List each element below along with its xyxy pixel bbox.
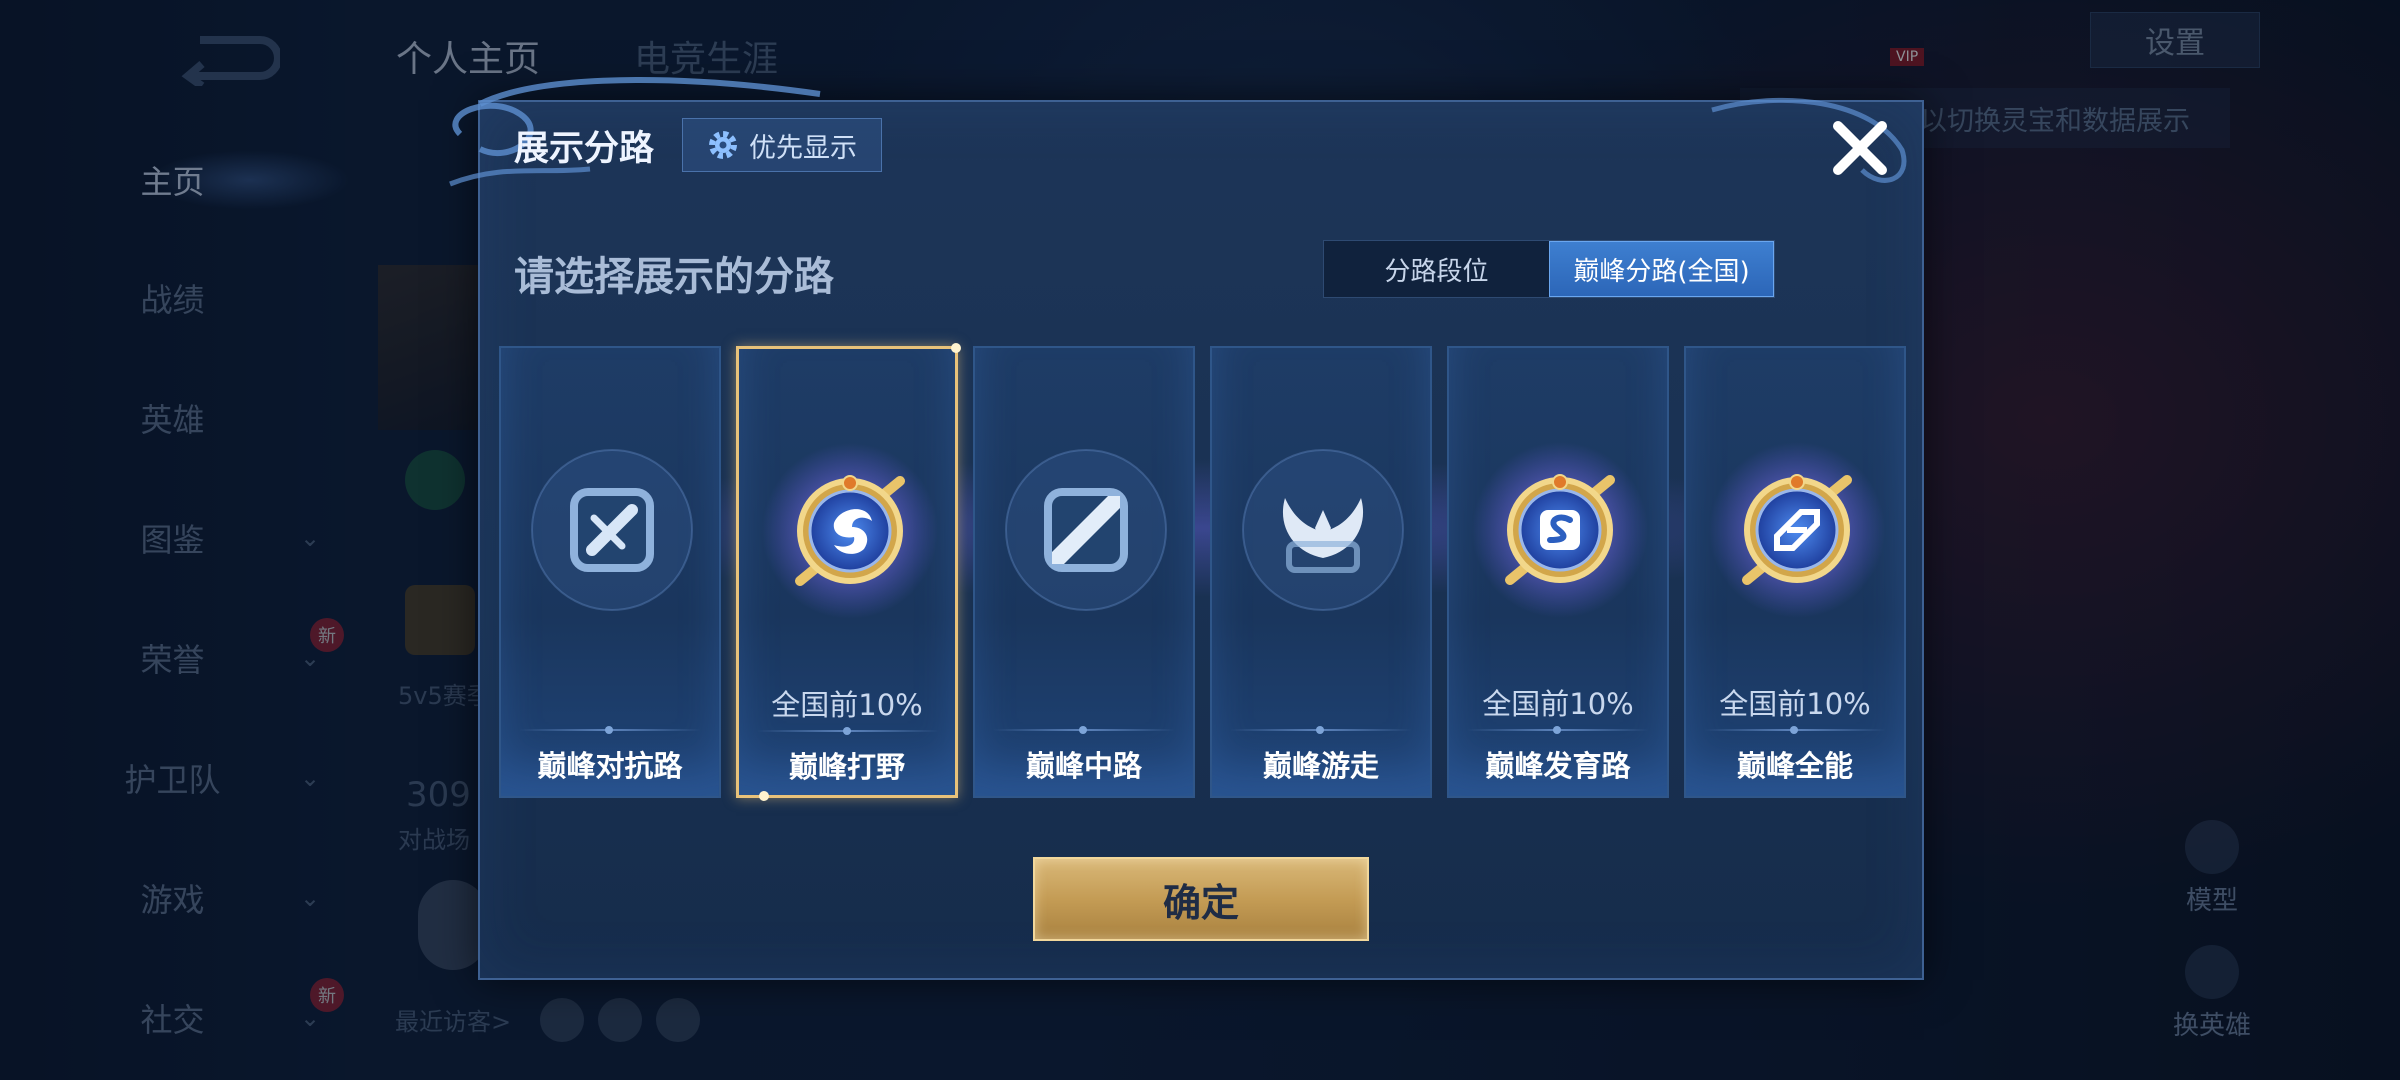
lane-display-dialog: 展示分路 优先显示 请选择展示的分路 分路段位 巅峰分路(全国) 巅峰对抗路 全国… xyxy=(449,77,1924,980)
dialog-subtitle: 请选择展示的分路 xyxy=(514,254,834,300)
divider xyxy=(757,727,939,735)
marksman-emblem-icon xyxy=(1472,442,1648,618)
lane-name: 巅峰游走 xyxy=(1262,749,1379,783)
lane-card[interactable]: 全国前10% 巅峰打野 xyxy=(736,343,961,801)
lane-name: 巅峰打野 xyxy=(788,750,905,784)
lane-card[interactable]: 巅峰对抗路 xyxy=(499,346,721,798)
divider xyxy=(1230,726,1412,734)
lane-card[interactable]: 全国前10% 巅峰全能 xyxy=(1684,346,1906,798)
lane-name: 巅峰发育路 xyxy=(1485,749,1631,783)
lane-name: 巅峰中路 xyxy=(1025,749,1142,783)
lane-card[interactable]: 全国前10% 巅峰发育路 xyxy=(1447,346,1669,798)
lane-name: 巅峰全能 xyxy=(1736,749,1853,783)
tab-peak-lane-national[interactable]: 巅峰分路(全国) xyxy=(1549,241,1774,297)
lane-type-toggle: 分路段位 巅峰分路(全国) xyxy=(1323,240,1775,298)
lane-list: 巅峰对抗路 全国前10% 巅峰打野 巅峰中路 巅峰游走 全国前10% 巅峰发育路 全国前10%… xyxy=(499,343,1907,801)
selection-corner-dot xyxy=(759,791,769,801)
divider xyxy=(1467,726,1649,734)
dragon-emblem-icon xyxy=(762,443,938,619)
lane-name: 巅峰对抗路 xyxy=(537,749,683,783)
allround-emblem-icon xyxy=(1709,442,1885,618)
divider xyxy=(519,726,701,734)
tab-lane-rank[interactable]: 分路段位 xyxy=(1324,241,1549,297)
priority-display-label: 优先显示 xyxy=(749,132,857,164)
selection-corner-dot xyxy=(951,343,961,353)
dialog-title: 展示分路 xyxy=(514,129,655,169)
wings-lane-icon xyxy=(1242,449,1404,611)
close-icon[interactable] xyxy=(1824,112,1896,184)
divider xyxy=(993,726,1175,734)
lane-rank-text: 全国前10% xyxy=(1482,687,1634,721)
priority-display-button[interactable]: 优先显示 xyxy=(682,118,882,172)
sword-lane-icon xyxy=(531,449,693,611)
mid-lane-icon xyxy=(1005,449,1167,611)
lane-card[interactable]: 巅峰游走 xyxy=(1210,346,1432,798)
divider xyxy=(1704,726,1886,734)
lane-rank-text: 全国前10% xyxy=(771,688,923,722)
lane-card[interactable]: 巅峰中路 xyxy=(973,346,1195,798)
gear-icon xyxy=(709,131,737,159)
confirm-button[interactable]: 确定 xyxy=(1033,857,1369,941)
cloud-swirl-decoration xyxy=(1711,97,1907,183)
lane-rank-text: 全国前10% xyxy=(1719,687,1871,721)
